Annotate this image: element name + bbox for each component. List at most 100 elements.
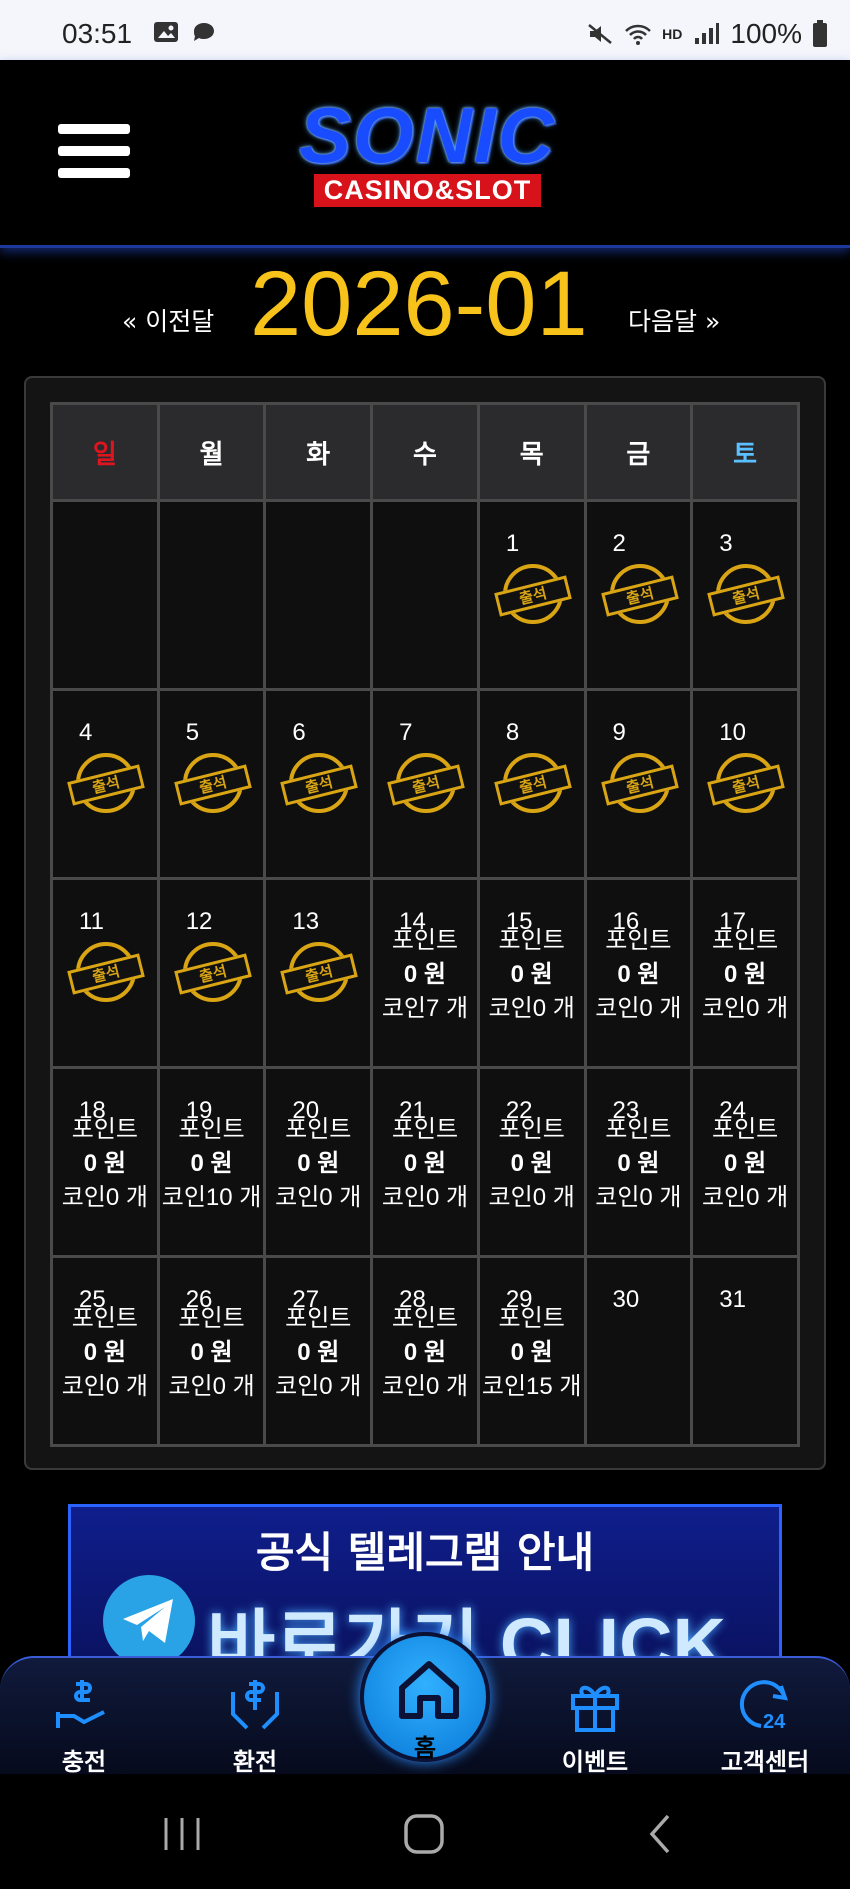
attendance-calendar-panel: 일월화수목금토 1 출석 2 출석 3 출석 4 출석 5 출석 6 출석 7 출석 8 출석 9 출석 10 출석 1… [24,376,826,1470]
reward-coin-value: 코인15 개 [481,1373,582,1400]
weekday-header: 토 [690,402,800,502]
day-reward-info: 포인트 0 원 코인0 개 [587,924,691,1026]
reward-won-value: 0 원 [190,1339,233,1366]
reward-point-label: 포인트 [178,1305,245,1332]
calendar-day-cell [50,499,160,691]
site-logo[interactable]: SONIC CASINO&SLOT [275,91,580,218]
calendar-week-row: 25 포인트 0 원 코인0 개 26 포인트 0 원 코인0 개 27 포인트 0 원 코인0 개2… [50,1255,800,1447]
calendar-week-row: 18 포인트 0 원 코인0 개 19 포인트 0 원 코인10 개 20 포인트 0 원 코인0 개… [50,1066,800,1258]
recent-apps-icon[interactable] [160,1814,206,1854]
reward-coin-value: 코인0 개 [595,1184,682,1211]
reward-coin-value: 코인0 개 [701,1184,789,1211]
reward-won-value: 0 원 [617,961,660,988]
calendar-day-cell: 30 [583,1255,694,1447]
nav-event-label: 이벤트 [561,1748,629,1776]
reward-won-value: 0 원 [83,1150,126,1177]
day-reward-info: 포인트 0 원 코인0 개 [480,924,584,1026]
gallery-icon [154,22,178,42]
calendar-day-cell: 6 출석 [263,688,374,880]
calendar-day-cell: 16 포인트 0 원 코인0 개 [583,877,694,1069]
day-reward-info: 포인트 0 원 코인15 개 [480,1302,584,1404]
home-icon [399,1661,459,1719]
banner-title: 공식 텔레그램 안내 [255,1528,595,1577]
reward-won-value: 0 원 [403,1339,447,1366]
attendance-stamp-icon: 출석 [280,753,359,817]
calendar-day-cell: 23 포인트 0 원 코인0 개 [583,1066,694,1258]
day-number: 8 [505,719,520,746]
day-reward-info: 포인트 0 원 코인0 개 [693,1113,797,1215]
reward-coin-value: 코인0 개 [275,1373,362,1400]
month-title: 2026-01 [250,253,588,355]
day-number: 31 [719,1286,746,1313]
day-number: 2 [612,530,626,557]
back-icon[interactable] [646,1814,676,1854]
day-number: 30 [612,1286,640,1313]
reward-won-value: 0 원 [510,961,553,988]
next-month-link[interactable]: 다음달 » [628,302,720,338]
attendance-stamp-icon: 출석 [707,753,786,817]
calendar-day-cell: 14 포인트 0 원 코인7 개 [370,877,480,1069]
calendar-day-cell [263,499,374,691]
day-reward-info: 포인트 0 원 코인0 개 [373,1113,477,1215]
reward-point-label: 포인트 [285,1116,352,1143]
day-reward-info: 포인트 0 원 코인0 개 [480,1113,584,1215]
gift-icon [571,1685,619,1732]
calendar-day-cell: 18 포인트 0 원 코인0 개 [50,1066,160,1258]
calendar-day-cell: 27 포인트 0 원 코인0 개 [263,1255,374,1447]
nav-support[interactable]: 24 고객센터 [705,1672,825,1777]
calendar-day-cell: 7 출석 [370,688,480,880]
reward-won-value: 0 원 [297,1339,340,1366]
calendar-week-row: 11 출석 12 출석 13 출석 14 포인트 0 원 코인7 개 15 포인트 0 원 코인0 개 16… [50,877,800,1069]
month-navigation: « 이전달 2026-01 다음달 » [0,252,850,355]
reward-won-value: 0 원 [403,961,447,988]
calendar-day-cell: 11 출석 [50,877,160,1069]
attendance-stamp-icon: 출석 [494,753,572,817]
reward-won-value: 0 원 [297,1150,340,1177]
nav-charge[interactable]: 충전 [24,1672,144,1777]
day-reward-info: 포인트 0 원 코인7 개 [373,924,477,1026]
day-reward-info: 포인트 0 원 코인0 개 [266,1302,370,1404]
day-reward-info: 포인트 0 원 코인10 개 [160,1113,264,1215]
logo-subtitle: CASINO&SLOT [313,174,542,207]
reward-point-label: 포인트 [391,1305,459,1332]
reward-point-label: 포인트 [498,927,565,954]
logo-title: SONIC [298,91,557,179]
reward-point-label: 포인트 [391,927,459,954]
chat-bubble-icon [194,23,214,41]
calendar-day-cell: 20 포인트 0 원 코인0 개 [263,1066,374,1258]
day-number: 12 [185,908,213,935]
calendar-day-cell [370,499,480,691]
nav-support-label: 고객센터 [720,1748,810,1776]
reward-coin-value: 코인10 개 [161,1184,262,1211]
attendance-stamp-icon: 출석 [600,753,679,817]
reward-won-value: 0 원 [724,1150,767,1177]
reward-coin-value: 코인0 개 [61,1184,148,1211]
calendar-day-cell: 8 출석 [476,688,587,880]
nav-event[interactable]: 이벤트 [535,1672,655,1777]
hamburger-menu-button[interactable] [58,124,130,186]
prev-month-link[interactable]: « 이전달 [122,302,214,338]
reward-won-value: 0 원 [403,1150,447,1177]
signal-icon [695,23,720,44]
day-number: 13 [292,908,320,935]
home-system-icon[interactable] [402,1814,448,1854]
day-number: 3 [719,530,733,557]
nav-home-button[interactable]: 홈 [360,1632,490,1762]
calendar-day-cell: 28 포인트 0 원 코인0 개 [370,1255,480,1447]
attendance-stamp-icon: 출석 [387,753,465,817]
mute-icon [588,24,612,44]
day-number: 6 [292,719,306,746]
nav-exchange[interactable]: 환전 [195,1672,315,1777]
weekday-header: 월 [156,402,267,502]
reward-won-value: 0 원 [190,1150,233,1177]
attendance-stamp-icon: 출석 [600,564,679,628]
day-reward-info: 포인트 0 원 코인0 개 [53,1302,157,1404]
calendar-week-row: 1 출석 2 출석 3 출석 [50,499,800,691]
day-reward-info: 포인트 0 원 코인0 개 [266,1113,370,1215]
attendance-calendar: 일월화수목금토 1 출석 2 출석 3 출석 4 출석 5 출석 6 출석 7 출석 8 출석 9 출석 10 출석 1… [50,402,800,1447]
calendar-day-cell: 12 출석 [156,877,267,1069]
menu-line [58,124,130,134]
status-time: 03:51 [62,18,133,49]
calendar-day-cell: 13 출석 [263,877,374,1069]
attendance-stamp-icon: 출석 [67,753,145,817]
